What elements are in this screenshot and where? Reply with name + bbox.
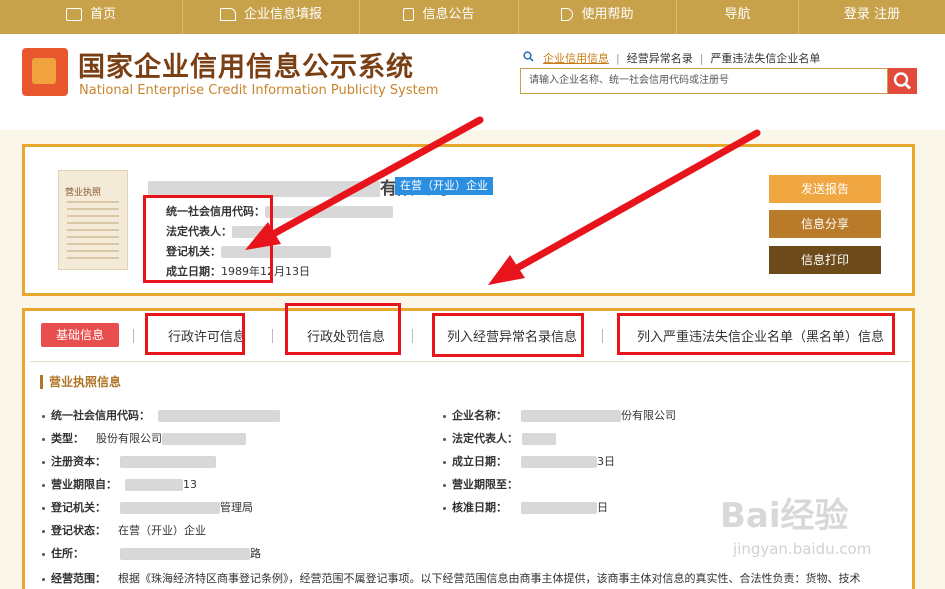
license-thumbnail[interactable]: 营业执照 xyxy=(58,170,128,270)
credit-code-row: 统一社会信用代码： xyxy=(166,203,393,219)
nav-guide[interactable]: 导航 xyxy=(677,0,799,34)
status-badge: 在营（开业）企业 xyxy=(395,177,493,195)
tab-blacklist[interactable]: 列入严重违法失信企业名单（黑名单）信息 xyxy=(637,326,884,345)
site-title-en: National Enterprise Credit Information P… xyxy=(79,83,439,98)
search-input[interactable]: 请输入企业名称、统一社会信用代码或注册号 xyxy=(520,68,888,94)
send-report-button[interactable]: 发送报告 xyxy=(769,175,881,203)
field-capital: 注册资本： xyxy=(42,453,216,469)
field-business-scope: 经营范围： 根据《珠海经济特区商事登记条例》，经营范围不属登记事项。以下经营范围信… xyxy=(42,570,861,586)
section-title: 营业执照信息 xyxy=(40,375,121,389)
legal-rep-row: 法定代表人： xyxy=(166,223,268,239)
tab-basic-info[interactable]: 基础信息 xyxy=(41,323,119,347)
nav-home[interactable]: 首页 xyxy=(0,0,183,34)
field-founded: 成立日期： 3日 xyxy=(443,453,615,469)
field-type: 类型： 股份有限公司 xyxy=(42,430,246,446)
field-term-to: 营业期限至： xyxy=(443,476,518,492)
quick-links: 企业信用信息 | 经营异常名录 | 严重违法失信企业名单 xyxy=(543,52,821,65)
print-button[interactable]: 信息打印 xyxy=(769,246,881,274)
site-title-cn: 国家企业信用信息公示系统 xyxy=(78,52,414,83)
monitor-icon xyxy=(65,8,82,21)
founded-row: 成立日期：1989年12月13日 xyxy=(166,265,310,278)
link-abnormal-list[interactable]: 经营异常名录 xyxy=(627,52,693,65)
speaker-icon xyxy=(561,8,574,21)
field-credit-code: 统一社会信用代码： xyxy=(42,407,280,423)
nav-fill[interactable]: 企业信息填报 xyxy=(183,0,360,34)
tab-abnormal-list[interactable]: 列入经营异常名录信息 xyxy=(447,326,577,345)
search-icon xyxy=(893,72,911,90)
field-term-from: 营业期限自： 13 xyxy=(42,476,197,492)
nav-account: 登录 注册 xyxy=(799,0,945,34)
field-legal-rep: 法定代表人： xyxy=(443,430,556,446)
site-logo xyxy=(22,48,68,96)
login-link[interactable]: 登录 xyxy=(844,7,870,22)
tab-admin-license[interactable]: 行政许可信息 xyxy=(168,326,246,345)
watermark-logo: Bai经验 xyxy=(720,496,849,536)
search-button[interactable] xyxy=(888,68,917,94)
field-address: 住所：路 xyxy=(42,545,261,561)
nav-help[interactable]: 使用帮助 xyxy=(519,0,677,34)
tab-admin-penalty[interactable]: 行政处罚信息 xyxy=(307,326,385,345)
field-reg-authority: 登记机关： 管理局 xyxy=(42,499,253,515)
watermark-url: jingyan.baidu.com xyxy=(733,540,872,558)
share-button[interactable]: 信息分享 xyxy=(769,210,881,238)
link-blacklist[interactable]: 严重违法失信企业名单 xyxy=(710,52,820,65)
search-small-icon xyxy=(523,51,534,62)
register-link[interactable]: 注册 xyxy=(874,7,900,22)
reg-authority-row: 登记机关： xyxy=(166,243,331,259)
edit-icon xyxy=(219,8,236,21)
top-nav: 首页 企业信息填报 信息公告 使用帮助 导航 登录 注册 xyxy=(0,0,945,34)
link-credit-info[interactable]: 企业信用信息 xyxy=(543,52,609,65)
nav-notice[interactable]: 信息公告 xyxy=(360,0,519,34)
field-reg-status: 登记状态： 在营（开业）企业 xyxy=(42,522,206,538)
field-company-name: 企业名称： 份有限公司 xyxy=(443,407,676,423)
field-approval-date: 核准日期：日 xyxy=(443,499,608,515)
document-icon xyxy=(403,8,415,21)
